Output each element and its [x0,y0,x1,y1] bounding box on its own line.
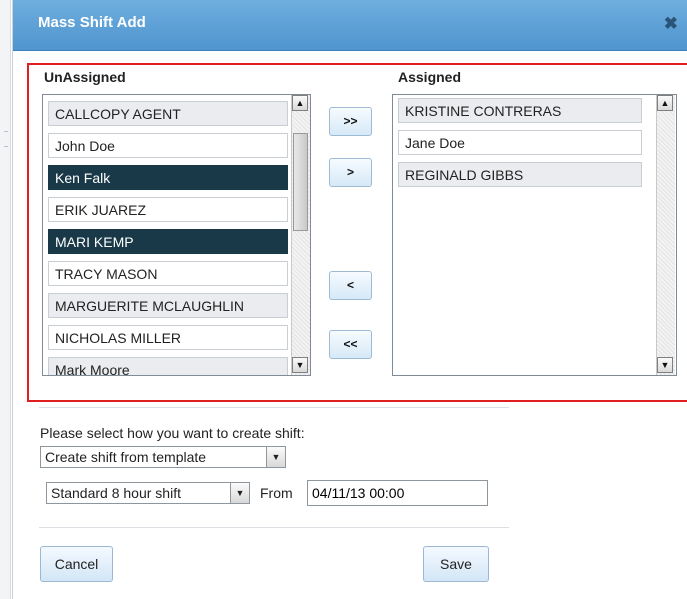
assigned-listbox[interactable]: KRISTINE CONTRERAS Jane Doe REGINALD GIB… [392,94,677,376]
assigned-item-reginald-gibbs[interactable]: REGINALD GIBBS [398,162,642,187]
cancel-button[interactable]: Cancel [40,546,113,582]
close-icon[interactable]: ✖ [664,14,678,34]
unassigned-item-tracy-mason[interactable]: TRACY MASON [48,261,288,286]
remove-all-button[interactable]: << [329,330,372,359]
shift-method-value: Create shift from template [45,449,207,465]
mass-shift-add-dialog: Mass Shift Add ✖ UnAssigned Assigned CAL… [12,0,687,599]
agent-selection-panel: UnAssigned Assigned CALLCOPY AGENT John … [27,63,687,402]
divider [39,527,509,528]
unassigned-item-nicholas-miller[interactable]: NICHOLAS MILLER [48,325,288,350]
unassigned-scrollbar[interactable]: ▲ ▼ [291,95,310,375]
scroll-down-icon[interactable]: ▼ [657,357,673,373]
assigned-item-jane-doe[interactable]: Jane Doe [398,130,642,155]
scroll-down-icon[interactable]: ▼ [292,357,308,373]
unassigned-item-callcopy-agent[interactable]: CALLCOPY AGENT [48,101,288,126]
unassigned-item-marguerite-mclaughlin[interactable]: MARGUERITE MCLAUGHLIN [48,293,288,318]
divider [39,407,509,408]
unassigned-item-ken-falk[interactable]: Ken Falk [48,165,288,190]
remove-selected-button[interactable]: < [329,271,372,300]
assigned-scrollbar[interactable]: ▲ ▼ [656,95,675,375]
unassigned-label: UnAssigned [44,69,126,85]
add-all-button[interactable]: >> [329,107,372,136]
add-selected-button[interactable]: > [329,158,372,187]
scroll-up-icon[interactable]: ▲ [657,95,673,111]
shift-creation-prompt: Please select how you want to create shi… [40,425,305,441]
from-label: From [260,485,293,501]
chevron-down-icon[interactable]: ▼ [230,483,249,503]
from-date-input[interactable] [307,480,488,506]
unassigned-item-john-doe[interactable]: John Doe [48,133,288,158]
assigned-label: Assigned [398,69,462,85]
shift-template-select[interactable]: Standard 8 hour shift ▼ [46,482,250,504]
unassigned-item-mark-moore[interactable]: Mark Moore [48,357,288,375]
dialog-titlebar[interactable]: Mass Shift Add ✖ [13,0,687,51]
scroll-up-icon[interactable]: ▲ [292,95,308,111]
shift-template-value: Standard 8 hour shift [51,485,181,501]
unassigned-item-mari-kemp[interactable]: MARI KEMP [48,229,288,254]
page-edge-mark [4,146,8,147]
page-edge-mark [4,131,8,132]
unassigned-scroll-thumb[interactable] [293,133,308,231]
assigned-item-kristine-contreras[interactable]: KRISTINE CONTRERAS [398,98,642,123]
dialog-title: Mass Shift Add [38,14,146,31]
chevron-down-icon[interactable]: ▼ [266,447,285,467]
background-page-edge [0,0,11,599]
shift-method-select[interactable]: Create shift from template ▼ [40,446,286,468]
unassigned-listbox[interactable]: CALLCOPY AGENT John Doe Ken Falk ERIK JU… [42,94,311,376]
unassigned-item-erik-juarez[interactable]: ERIK JUAREZ [48,197,288,222]
save-button[interactable]: Save [423,546,489,582]
